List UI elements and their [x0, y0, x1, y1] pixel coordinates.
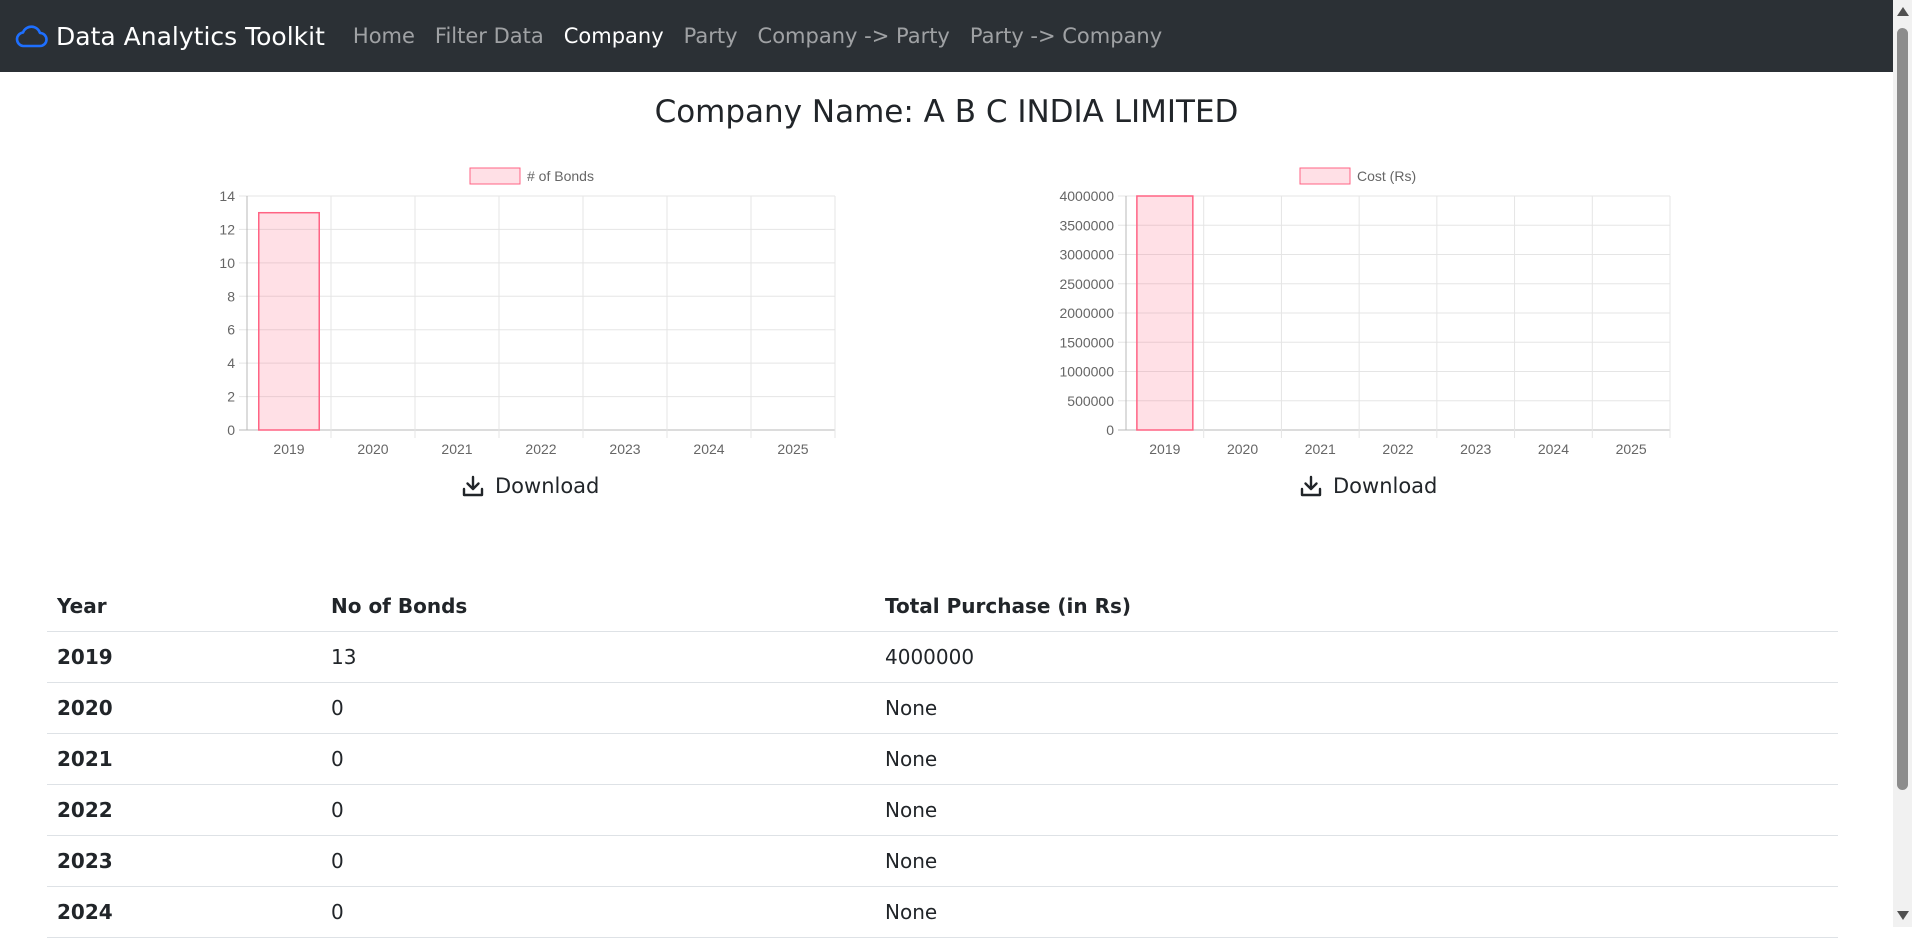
cell-year: 2022 — [47, 784, 321, 836]
scroll-up-arrow-icon[interactable] — [1897, 7, 1909, 16]
brand-title: Data Analytics Toolkit — [56, 21, 325, 51]
page-title: Company Name: A B C INDIA LIMITED — [654, 94, 1239, 130]
x-tick-label: 2020 — [357, 441, 388, 457]
x-tick-label: 2019 — [1149, 441, 1180, 457]
cloud-icon — [15, 25, 48, 48]
table-row: 2023 0 None — [47, 835, 1838, 887]
y-tick-label: 0 — [227, 422, 235, 438]
download-icon — [462, 475, 484, 497]
download-label: Download — [495, 474, 600, 498]
cost-chart-svg: Cost (Rs) 0 500000 1000000 1500000 2000000 250… — [1059, 167, 1671, 457]
x-tick-label: 2024 — [1538, 441, 1569, 457]
y-tick-label: 6 — [227, 322, 235, 338]
y-tick-label: 1000000 — [1059, 364, 1114, 380]
legend-label: Cost (Rs) — [1357, 168, 1416, 184]
cell-year: 2023 — [47, 835, 321, 887]
nav-link-company-to-party[interactable]: Company -> Party — [758, 24, 950, 48]
nav-link-party[interactable]: Party — [684, 24, 738, 48]
cell-year: 2021 — [47, 733, 321, 785]
y-tick-label: 14 — [219, 188, 235, 204]
legend-label: # of Bonds — [527, 168, 594, 184]
cell-bonds: 0 — [321, 784, 875, 836]
x-tick-label: 2023 — [1460, 441, 1491, 457]
scroll-down-arrow-icon[interactable] — [1897, 911, 1909, 920]
bar-2019 — [258, 211, 320, 431]
legend-swatch — [469, 167, 521, 185]
cell-purchase: None — [875, 733, 1838, 785]
nav-link-party-to-company[interactable]: Party -> Company — [970, 24, 1162, 48]
cell-year: 2019 — [47, 631, 321, 683]
bonds-bar-chart: # of Bonds 0 2 4 6 8 10 12 14 2019 2020 2021 2022 202… — [195, 160, 855, 465]
y-tick-label: 1500000 — [1059, 334, 1114, 350]
cell-purchase: None — [875, 682, 1838, 734]
purchase-summary-table: Year No of Bonds Total Purchase (in Rs) … — [47, 581, 1838, 938]
x-tick-label: 2021 — [441, 441, 472, 457]
x-tick-label: 2025 — [1616, 441, 1647, 457]
nav-link-filter-data[interactable]: Filter Data — [435, 24, 544, 48]
cell-purchase: None — [875, 784, 1838, 836]
download-label: Download — [1333, 474, 1438, 498]
table-row: 2024 0 None — [47, 886, 1838, 938]
x-tick-label: 2023 — [609, 441, 640, 457]
x-tick-label: 2019 — [273, 441, 304, 457]
legend-swatch — [1299, 167, 1351, 185]
x-tick-label: 2022 — [1382, 441, 1413, 457]
download-icon — [1300, 475, 1322, 497]
cell-bonds: 13 — [321, 631, 875, 683]
table-row: 2020 0 None — [47, 682, 1838, 734]
header-no-of-bonds: No of Bonds — [321, 581, 875, 632]
x-tick-label: 2021 — [1305, 441, 1336, 457]
y-tick-label: 0 — [1106, 422, 1114, 438]
x-tick-label: 2022 — [525, 441, 556, 457]
table-row: 2019 13 4000000 — [47, 631, 1838, 683]
cell-year: 2020 — [47, 682, 321, 734]
y-tick-label: 4 — [227, 355, 235, 371]
cell-purchase: None — [875, 835, 1838, 887]
y-tick-label: 3000000 — [1059, 247, 1114, 263]
header-year: Year — [47, 581, 321, 632]
nav-link-home[interactable]: Home — [353, 24, 415, 48]
header-total-purchase: Total Purchase (in Rs) — [875, 581, 1838, 632]
y-tick-label: 12 — [219, 221, 235, 237]
cell-bonds: 0 — [321, 886, 875, 938]
cell-purchase: None — [875, 886, 1838, 938]
download-cost-chart-button[interactable]: Download — [1299, 474, 1437, 498]
table-header-row: Year No of Bonds Total Purchase (in Rs) — [47, 581, 1838, 632]
vertical-scrollbar[interactable] — [1893, 0, 1912, 927]
cell-bonds: 0 — [321, 835, 875, 887]
cost-bar-chart: Cost (Rs) 0 500000 1000000 1500000 2000000 250… — [1030, 160, 1690, 465]
y-tick-label: 500000 — [1067, 393, 1114, 409]
x-tick-label: 2025 — [777, 441, 808, 457]
x-tick-label: 2024 — [693, 441, 724, 457]
cell-purchase: 4000000 — [875, 631, 1838, 683]
table-row: 2022 0 None — [47, 784, 1838, 836]
y-tick-label: 2000000 — [1059, 305, 1114, 321]
y-tick-label: 10 — [219, 255, 235, 271]
table-row: 2021 0 None — [47, 733, 1838, 785]
bonds-chart-svg: # of Bonds 0 2 4 6 8 10 12 14 2019 2020 2021 2022 202… — [219, 167, 836, 457]
cell-year: 2024 — [47, 886, 321, 938]
y-tick-label: 3500000 — [1059, 217, 1114, 233]
top-navbar: Data Analytics Toolkit Home Filter Data … — [0, 0, 1893, 72]
brand[interactable]: Data Analytics Toolkit — [14, 21, 325, 51]
download-bonds-chart-button[interactable]: Download — [461, 474, 599, 498]
bar-2019 — [1136, 195, 1194, 431]
y-tick-label: 2500000 — [1059, 276, 1114, 292]
y-tick-label: 8 — [227, 288, 235, 304]
cell-bonds: 0 — [321, 682, 875, 734]
x-tick-label: 2020 — [1227, 441, 1258, 457]
y-tick-label: 2 — [227, 389, 235, 405]
cell-bonds: 0 — [321, 733, 875, 785]
scrollbar-thumb[interactable] — [1897, 28, 1908, 790]
y-tick-label: 4000000 — [1059, 188, 1114, 204]
nav-link-company[interactable]: Company — [564, 24, 664, 48]
